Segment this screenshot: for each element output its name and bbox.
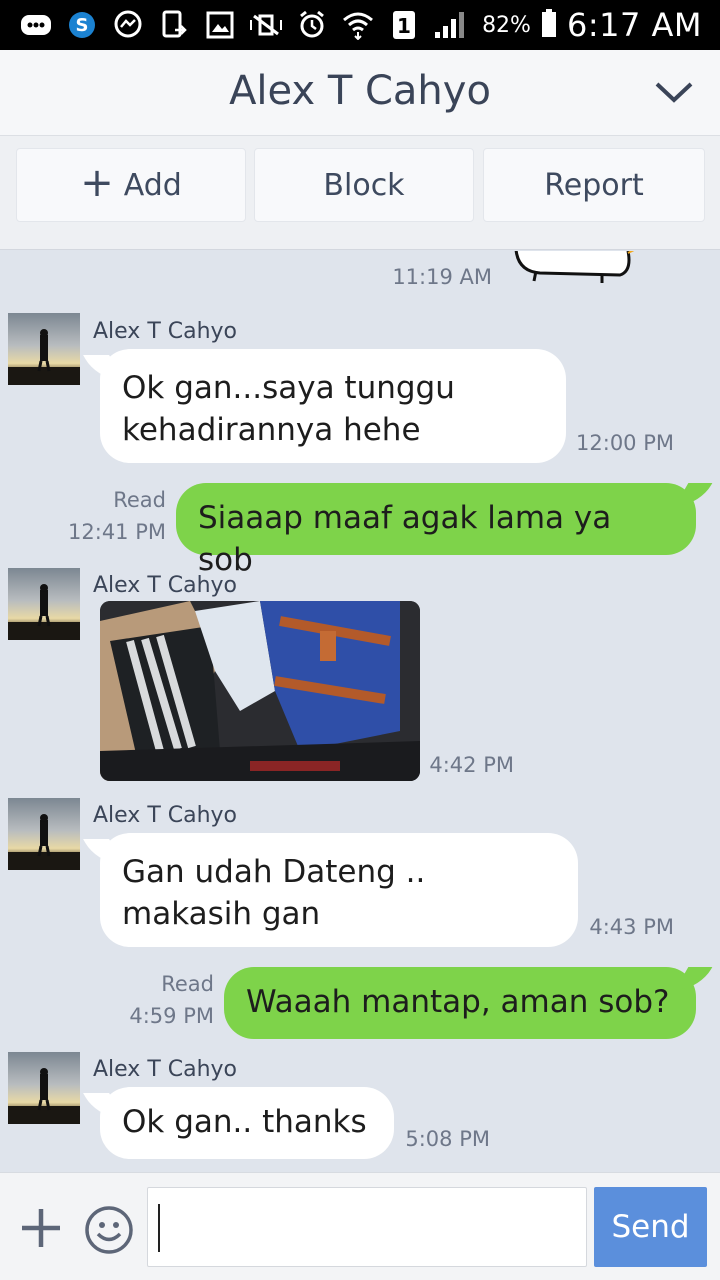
- message-composer: Send: [0, 1172, 720, 1280]
- report-button[interactable]: Report: [483, 148, 705, 222]
- battery-icon: [541, 8, 557, 42]
- message-time: 4:43 PM: [589, 915, 674, 939]
- status-bar: S 1 82% 6:17 AM: [0, 0, 720, 50]
- contact-action-bar: + Add Block Report: [0, 136, 720, 250]
- svg-text:S: S: [76, 15, 89, 36]
- text-caret: [158, 1204, 160, 1252]
- message-bubble[interactable]: Gan udah Dateng .. makasih gan: [100, 833, 578, 947]
- wifi-icon: [340, 9, 376, 41]
- sim-icon: 1: [386, 9, 422, 41]
- sender-name: Alex T Cahyo: [93, 1057, 238, 1082]
- sender-name: Alex T Cahyo: [93, 573, 238, 598]
- message-time: 12:00 PM: [576, 431, 674, 455]
- add-label: Add: [123, 167, 182, 203]
- plus-icon[interactable]: [18, 1205, 64, 1251]
- message-bubble[interactable]: Ok gan...saya tunggu kehadirannya hehe: [100, 349, 566, 463]
- svg-text:1: 1: [397, 14, 411, 38]
- sticker-message[interactable]: [510, 251, 660, 301]
- message-bubble[interactable]: Siaaap maaf agak lama ya sob: [176, 483, 696, 578]
- alarm-icon: [294, 9, 330, 41]
- message-text: Waaah mantap, aman sob?: [246, 984, 670, 1020]
- message-time: 11:19 AM: [392, 265, 492, 289]
- message-text: Siaaap maaf agak lama ya sob: [198, 500, 612, 578]
- sender-name: Alex T Cahyo: [93, 803, 238, 828]
- message-time: 12:41 PM: [68, 520, 166, 544]
- photo-message[interactable]: [100, 601, 420, 781]
- message-bubble[interactable]: Ok gan.. thanks: [100, 1087, 394, 1159]
- message-input[interactable]: [147, 1187, 587, 1267]
- message-text: Ok gan...saya tunggu kehadirannya hehe: [122, 370, 455, 448]
- read-status: Read: [161, 972, 214, 996]
- mute-icon: [248, 9, 284, 41]
- gallery-icon: [202, 9, 238, 41]
- avatar[interactable]: [8, 313, 80, 385]
- phone-arrow-icon: [156, 9, 192, 41]
- sender-name: Alex T Cahyo: [93, 319, 238, 344]
- message-time: 5:08 PM: [405, 1127, 490, 1151]
- message-text: Gan udah Dateng .. makasih gan: [122, 854, 426, 932]
- battery-percent: 82%: [482, 12, 531, 38]
- plus-icon: +: [80, 160, 114, 206]
- block-label: Block: [323, 167, 405, 203]
- skype-icon: S: [64, 9, 100, 41]
- message-text: Ok gan.. thanks: [122, 1104, 367, 1140]
- avatar[interactable]: [8, 1052, 80, 1124]
- messaging-icon: [18, 9, 54, 41]
- send-button[interactable]: Send: [594, 1187, 707, 1267]
- messenger-icon: [110, 9, 146, 41]
- block-button[interactable]: Block: [254, 148, 474, 222]
- message-time: 4:42 PM: [429, 753, 514, 777]
- avatar[interactable]: [8, 798, 80, 870]
- avatar[interactable]: [8, 568, 80, 640]
- chat-header: Alex T Cahyo: [0, 50, 720, 136]
- chat-title: Alex T Cahyo: [229, 68, 491, 114]
- message-time: 4:59 PM: [129, 1004, 214, 1028]
- clock: 6:17 AM: [566, 6, 702, 44]
- chevron-down-icon[interactable]: [654, 78, 694, 108]
- add-friend-button[interactable]: + Add: [16, 148, 246, 222]
- message-bubble[interactable]: Waaah mantap, aman sob?: [224, 967, 696, 1039]
- signal-icon: [432, 9, 468, 41]
- read-status: Read: [113, 488, 166, 512]
- report-label: Report: [544, 167, 644, 203]
- chat-message-list[interactable]: 11:19 AM Alex T Cahyo Ok gan...saya tung…: [0, 251, 720, 1171]
- emoji-icon[interactable]: [84, 1205, 134, 1255]
